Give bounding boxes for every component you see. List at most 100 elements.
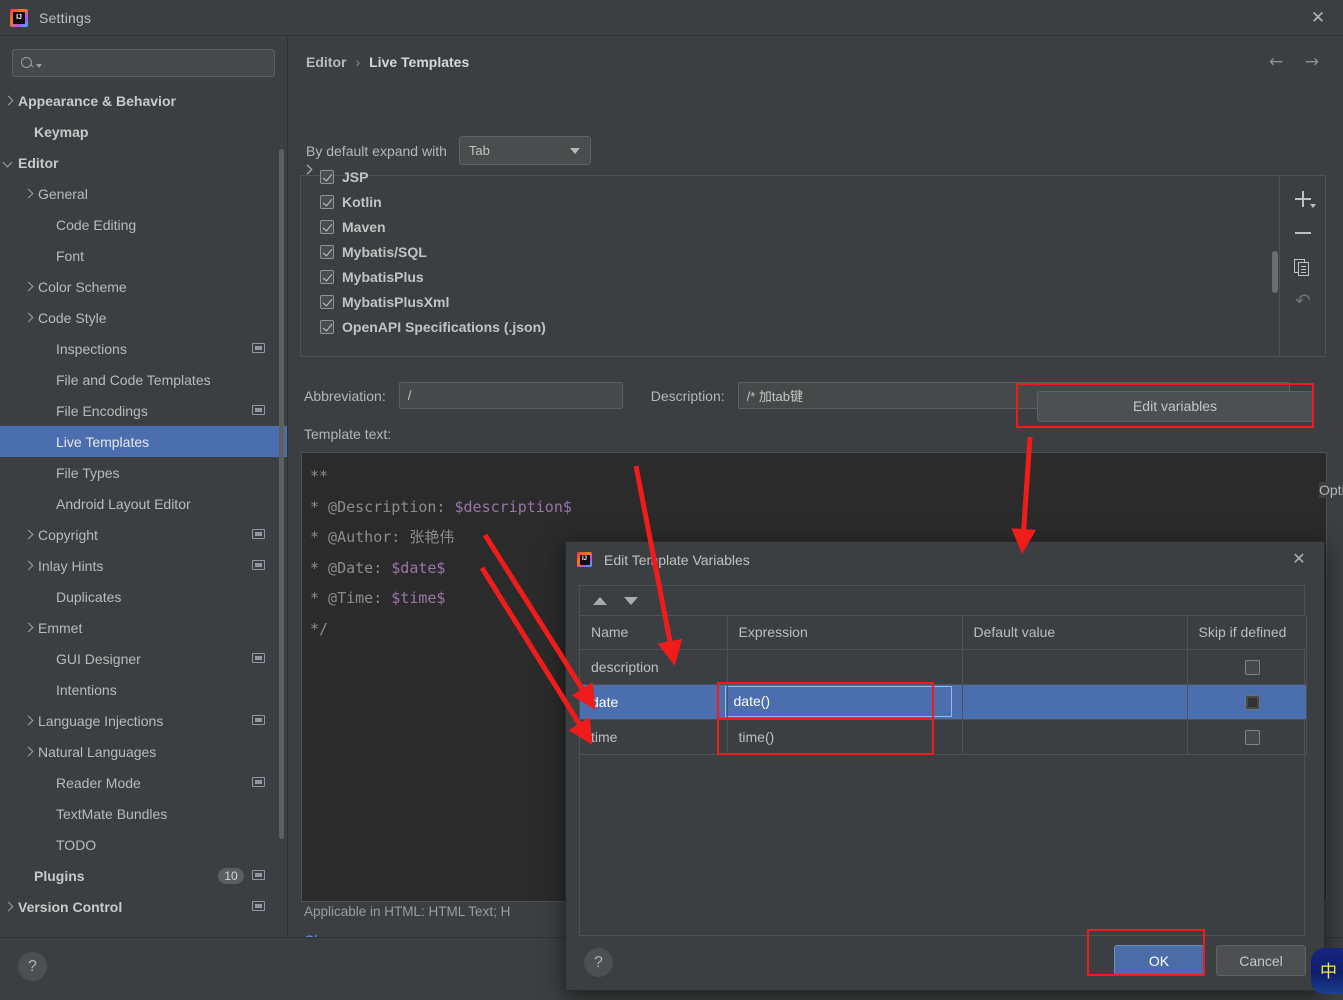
chevron-right-icon[interactable] xyxy=(22,560,34,572)
sidebar-item-file-and-code-templates[interactable]: File and Code Templates xyxy=(0,364,287,395)
template-group-row[interactable]: Mybatis/SQL xyxy=(301,239,1279,264)
chevron-right-icon[interactable] xyxy=(22,622,34,634)
variable-default-cell[interactable] xyxy=(962,649,1188,685)
sidebar-scrollbar[interactable] xyxy=(279,149,284,839)
sidebar-item-editor[interactable]: Editor xyxy=(0,147,287,178)
sidebar-item-emmet[interactable]: Emmet xyxy=(0,612,287,643)
sidebar-item-font[interactable]: Font xyxy=(0,240,287,271)
arrow-right-icon[interactable]: → xyxy=(1301,51,1323,73)
sidebar-item-todo[interactable]: TODO xyxy=(0,829,287,860)
sidebar-item-language-injections[interactable]: Language Injections xyxy=(0,705,287,736)
arrow-left-icon[interactable]: ← xyxy=(1265,51,1287,73)
sidebar-item-general[interactable]: General xyxy=(0,178,287,209)
variable-expression-cell[interactable] xyxy=(727,649,963,685)
sidebar-item-file-types[interactable]: File Types xyxy=(0,457,287,488)
sidebar-item-intentions[interactable]: Intentions xyxy=(0,674,287,705)
template-group-checkbox[interactable] xyxy=(320,194,334,209)
triangle-up-icon[interactable] xyxy=(593,596,607,605)
skip-if-defined-checkbox[interactable] xyxy=(1244,659,1260,675)
sidebar-item-version-control[interactable]: Version Control xyxy=(0,891,287,922)
variable-name-cell[interactable]: date xyxy=(580,684,728,720)
variable-default-cell[interactable] xyxy=(962,719,1188,755)
sidebar-item-file-encodings[interactable]: File Encodings xyxy=(0,395,287,426)
chevron-right-icon[interactable] xyxy=(22,312,34,324)
template-group-row[interactable]: Kotlin xyxy=(301,189,1279,214)
sidebar-item-code-editing[interactable]: Code Editing xyxy=(0,209,287,240)
sidebar-item-copyright[interactable]: Copyright xyxy=(0,519,287,550)
column-header[interactable]: Expression xyxy=(727,616,963,650)
sidebar-item-color-scheme[interactable]: Color Scheme xyxy=(0,271,287,302)
chevron-right-icon[interactable] xyxy=(22,529,34,541)
sidebar-item-inlay-hints[interactable]: Inlay Hints xyxy=(0,550,287,581)
ime-indicator[interactable]: 中 xyxy=(1311,948,1343,994)
expression-editor-input[interactable]: date() xyxy=(724,686,952,717)
chevron-right-icon[interactable] xyxy=(22,715,34,727)
sidebar-item-live-templates[interactable]: Live Templates xyxy=(0,426,287,457)
table-row[interactable]: description xyxy=(580,649,1307,685)
variable-expression-cell[interactable]: date() xyxy=(724,684,963,720)
add-icon[interactable] xyxy=(1280,182,1326,216)
skip-if-defined-checkbox[interactable] xyxy=(1244,729,1260,745)
breadcrumb-parent[interactable]: Editor xyxy=(306,54,346,70)
chevron-right-icon[interactable] xyxy=(2,95,14,107)
search-input[interactable] xyxy=(46,55,266,71)
edit-variables-button[interactable]: Edit variables xyxy=(1037,391,1313,422)
remove-icon[interactable] xyxy=(1280,216,1326,250)
revert-icon[interactable]: ↶ xyxy=(1280,284,1326,318)
template-group-checkbox[interactable] xyxy=(320,244,334,259)
chevron-right-icon[interactable] xyxy=(2,901,14,913)
column-header[interactable]: Name xyxy=(580,616,728,650)
sidebar-item-code-style[interactable]: Code Style xyxy=(0,302,287,333)
variable-expression-cell[interactable]: time() xyxy=(727,719,963,755)
duplicate-icon[interactable] xyxy=(1280,250,1326,284)
sidebar-item-keymap[interactable]: Keymap xyxy=(0,116,287,147)
sidebar-item-appearance-behavior[interactable]: Appearance & Behavior xyxy=(0,85,287,116)
sidebar-item-inspections[interactable]: Inspections xyxy=(0,333,287,364)
sidebar-item-plugins[interactable]: Plugins 10 xyxy=(0,860,287,891)
sidebar-item-android-layout-editor[interactable]: Android Layout Editor xyxy=(0,488,287,519)
template-group-checkbox[interactable] xyxy=(320,169,334,184)
triangle-down-icon[interactable] xyxy=(624,596,638,605)
template-group-checkbox[interactable] xyxy=(320,294,334,309)
template-group-checkbox[interactable] xyxy=(320,319,334,334)
variable-skip-cell[interactable] xyxy=(1187,649,1307,685)
variable-skip-cell[interactable] xyxy=(1187,684,1307,720)
skip-if-defined-checkbox[interactable] xyxy=(1244,694,1260,710)
cancel-button[interactable]: Cancel xyxy=(1216,945,1306,976)
template-group-checkbox[interactable] xyxy=(320,269,334,284)
variable-default-cell[interactable] xyxy=(962,684,1188,720)
variable-name-cell[interactable]: description xyxy=(580,649,728,685)
template-group-checkbox[interactable] xyxy=(320,219,334,234)
sidebar-item-textmate-bundles[interactable]: TextMate Bundles xyxy=(0,798,287,829)
template-group-row[interactable]: MybatisPlusXml xyxy=(301,289,1279,314)
chevron-right-icon[interactable] xyxy=(22,746,34,758)
column-header[interactable]: Default value xyxy=(962,616,1188,650)
chevron-right-icon[interactable] xyxy=(22,188,34,200)
template-groups-list[interactable]: JSP Kotlin Maven Mybatis/SQL MybatisPlus Myba… xyxy=(301,164,1279,356)
template-group-row[interactable]: JSP xyxy=(301,164,1279,189)
ok-button[interactable]: OK xyxy=(1114,945,1204,976)
abbreviation-input[interactable] xyxy=(398,382,623,409)
template-group-row[interactable]: Maven xyxy=(301,214,1279,239)
close-icon[interactable]: ✕ xyxy=(1288,549,1310,569)
search-box[interactable] xyxy=(12,49,275,77)
sidebar-item-natural-languages[interactable]: Natural Languages xyxy=(0,736,287,767)
sidebar-item-reader-mode[interactable]: Reader Mode xyxy=(0,767,287,798)
table-row[interactable]: time time() xyxy=(580,719,1307,755)
template-group-row[interactable]: OpenAPI Specifications (.json) xyxy=(301,314,1279,339)
sidebar-item-duplicates[interactable]: Duplicates xyxy=(0,581,287,612)
template-group-row[interactable]: MybatisPlus xyxy=(301,264,1279,289)
variable-name-cell[interactable]: time xyxy=(580,719,728,755)
help-icon[interactable]: ? xyxy=(18,952,47,981)
table-row[interactable]: date date() xyxy=(580,684,1307,720)
help-icon[interactable]: ? xyxy=(584,948,613,977)
chevron-right-icon[interactable] xyxy=(22,281,34,293)
template-list-scrollbar[interactable] xyxy=(1272,251,1278,293)
sidebar-item-gui-designer[interactable]: GUI Designer xyxy=(0,643,287,674)
chevron-down-icon[interactable] xyxy=(36,63,42,68)
default-expand-select[interactable]: Tab xyxy=(458,136,591,165)
column-header[interactable]: Skip if defined xyxy=(1187,616,1307,650)
chevron-down-icon[interactable] xyxy=(2,157,14,169)
variable-skip-cell[interactable] xyxy=(1187,719,1307,755)
close-icon[interactable]: ✕ xyxy=(1307,8,1329,28)
